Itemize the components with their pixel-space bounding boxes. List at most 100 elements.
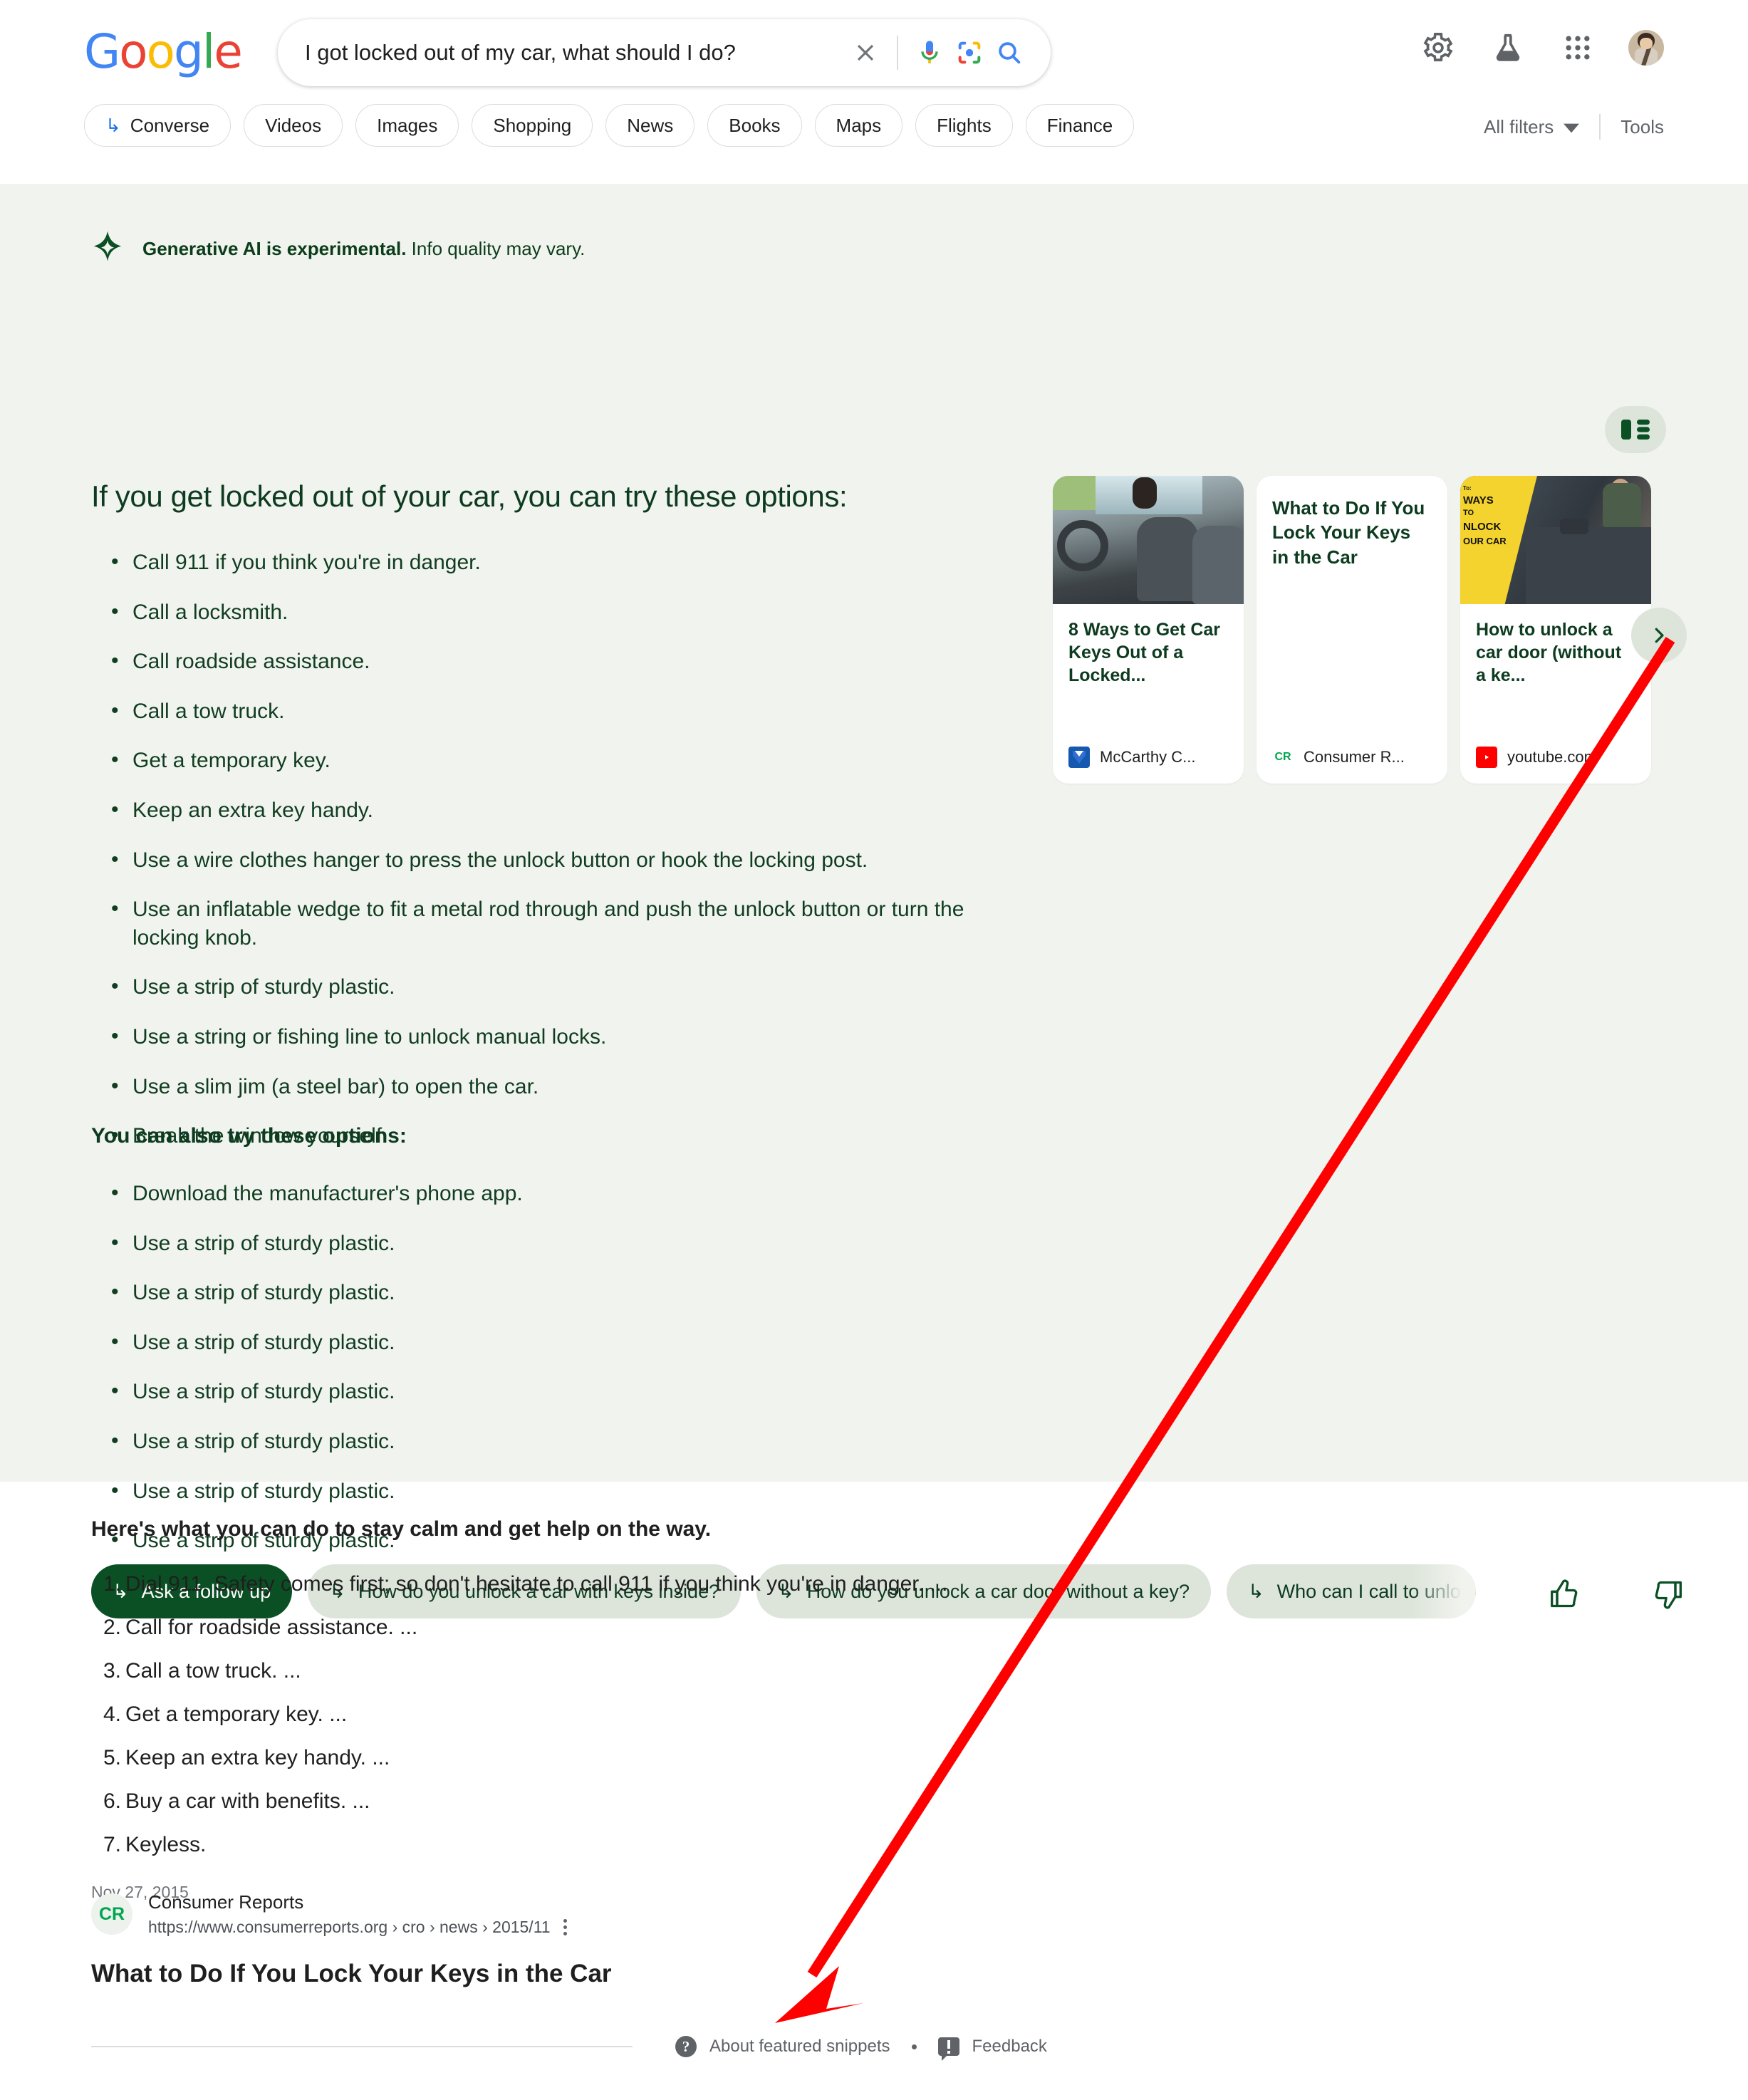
card-title: 8 Ways to Get Car Keys Out of a Locked..… (1068, 620, 1221, 685)
car-interior-image (1053, 476, 1244, 604)
all-filters-button[interactable]: All filters (1484, 115, 1580, 138)
logo-letter-G: G (84, 24, 120, 79)
search-submit-icon[interactable] (989, 33, 1029, 73)
feedback-rating (1549, 1579, 1683, 1610)
ai-bullet-item: Keep an extra key handy. (107, 796, 1011, 825)
chip-label: Images (377, 114, 438, 136)
ai-subheading: You can also try these options: (91, 1124, 407, 1148)
microphone-icon[interactable] (910, 33, 950, 73)
apps-grid-icon[interactable] (1559, 28, 1597, 67)
followup-chip-3[interactable]: ↳ Who can I call to unlock my car? (1227, 1564, 1477, 1618)
source-card[interactable]: 8 Ways to Get Car Keys Out of a Locked..… (1053, 476, 1244, 784)
ai-bullet-item: Use an inflatable wedge to fit a metal r… (107, 895, 1011, 952)
youtube-favicon-icon (1476, 747, 1497, 768)
tools-divider (1599, 114, 1601, 140)
snippet-item: 4. Get a temporary key. ... (91, 1700, 1231, 1728)
snippet-item: 7. Keyless. (91, 1831, 1231, 1859)
all-filters-label: All filters (1484, 115, 1554, 137)
search-bar[interactable] (278, 19, 1051, 86)
tools-button[interactable]: Tools (1620, 116, 1664, 138)
chip-label: Flights (937, 114, 992, 136)
ai-bullet-item: Use a strip of sturdy plastic. (107, 1328, 890, 1357)
search-actions (846, 33, 1051, 73)
mccarthy-favicon-icon (1068, 747, 1090, 768)
snippet-title: Here's what you can do to stay calm and … (91, 1517, 712, 1541)
feedback-icon (937, 2037, 959, 2061)
logo-letter-g: g (173, 24, 204, 79)
card-source-name: youtube.com (1507, 748, 1597, 766)
ai-bullet-item: Use a wire clothes hanger to press the u… (107, 846, 1011, 875)
logo-letter-e: e (214, 24, 243, 79)
clear-icon[interactable] (846, 33, 885, 73)
card-source: CR Consumer R... (1257, 747, 1447, 784)
result-header: CR Consumer Reports https://www.consumer… (91, 1891, 612, 1937)
more-options-icon[interactable] (563, 1919, 567, 1936)
tools-label: Tools (1620, 115, 1664, 137)
question-mark-icon: ? (675, 2036, 697, 2057)
card-thumbnail (1053, 476, 1244, 604)
ai-bullet-item: Download the manufacturer's phone app. (107, 1179, 890, 1208)
chip-finance[interactable]: Finance (1025, 104, 1135, 147)
source-card[interactable]: What to Do If You Lock Your Keys in the … (1257, 476, 1447, 784)
chip-label: Finance (1046, 114, 1113, 136)
snippet-item: 1. Dial 911. Safety comes first; so don't… (91, 1570, 1231, 1598)
thumb-down-icon[interactable] (1652, 1579, 1683, 1610)
item-text: Keep an extra key handy. ... (125, 1746, 390, 1769)
item-text: Keyless. (125, 1833, 207, 1856)
card-thumbnail: To: WAYS TO NLOCK OUR CAR (1460, 476, 1651, 604)
source-card[interactable]: To: WAYS TO NLOCK OUR CAR How to unlock … (1460, 476, 1651, 784)
chip-converse[interactable]: ↳ Converse (84, 104, 231, 147)
gear-icon[interactable] (1419, 28, 1457, 67)
featured-snippet: Here's what you can do to stay calm and … (91, 1517, 1231, 1902)
footer-links: ? About featured snippets Feedback (675, 2036, 1047, 2061)
item-number: 4. (103, 1703, 121, 1726)
thumb-line-2: WAYS (1463, 494, 1494, 506)
ai-bullet-item: Call a locksmith. (107, 598, 1011, 627)
snippet-footer: ? About featured snippets Feedback (91, 2036, 1658, 2061)
result-title-link[interactable]: What to Do If You Lock Your Keys in the … (91, 1960, 612, 1988)
consumer-reports-favicon-icon: CR (91, 1893, 132, 1935)
disclaimer-bold: Generative AI is experimental. (142, 237, 407, 259)
snippet-list: 1. Dial 911. Safety comes first; so don't… (91, 1570, 1231, 1859)
source-cards-carousel: 8 Ways to Get Car Keys Out of a Locked..… (1053, 476, 1651, 784)
flask-icon[interactable] (1489, 28, 1527, 67)
card-source: youtube.com (1460, 747, 1651, 784)
about-label: About featured snippets (709, 2037, 890, 2056)
thumb-line-3: TO (1463, 509, 1474, 518)
google-logo[interactable]: Google (84, 28, 243, 76)
ai-bullet-item: Use a strip of sturdy plastic. (107, 1477, 890, 1506)
logo-letter-o1: o (119, 24, 147, 79)
thumb-line-1: To: (1463, 485, 1472, 492)
chevron-right-icon[interactable] (1631, 608, 1687, 663)
chip-flights[interactable]: Flights (915, 104, 1013, 147)
feedback-link[interactable]: Feedback (937, 2037, 1047, 2061)
page-header: Google I got locked out of my car, what … (0, 0, 1748, 184)
chip-videos[interactable]: Videos (244, 104, 343, 147)
item-text: Call a tow truck. ... (125, 1659, 301, 1683)
chip-shopping[interactable]: Shopping (472, 104, 593, 147)
chip-news[interactable]: News (605, 104, 695, 147)
search-result: CR Consumer Reports https://www.consumer… (91, 1891, 612, 1988)
search-divider (897, 36, 898, 70)
header-actions (1419, 28, 1664, 67)
card-source-name: McCarthy C... (1100, 748, 1196, 766)
chip-label: News (627, 114, 674, 136)
google-lens-icon[interactable] (950, 33, 989, 73)
avatar-face (1640, 38, 1653, 49)
search-input[interactable] (278, 40, 846, 66)
chip-images[interactable]: Images (355, 104, 459, 147)
chip-books[interactable]: Books (707, 104, 802, 147)
disclaimer-rest: Info quality may vary. (406, 237, 586, 259)
result-site-name: Consumer Reports (148, 1891, 304, 1913)
thumb-up-icon[interactable] (1549, 1579, 1581, 1610)
chip-maps[interactable]: Maps (814, 104, 903, 147)
result-site-block: Consumer Reports https://www.consumerrep… (148, 1891, 567, 1937)
avatar[interactable] (1628, 30, 1664, 66)
chip-label: Converse (130, 114, 210, 136)
layout-toggle-icon[interactable] (1605, 406, 1666, 453)
ai-bullet-item: Call roadside assistance. (107, 647, 1011, 676)
chip-label: Videos (265, 114, 322, 136)
about-featured-snippets-link[interactable]: ? About featured snippets (675, 2036, 890, 2057)
item-number: 3. (103, 1659, 121, 1683)
thumb-line-4: NLOCK (1463, 521, 1502, 534)
